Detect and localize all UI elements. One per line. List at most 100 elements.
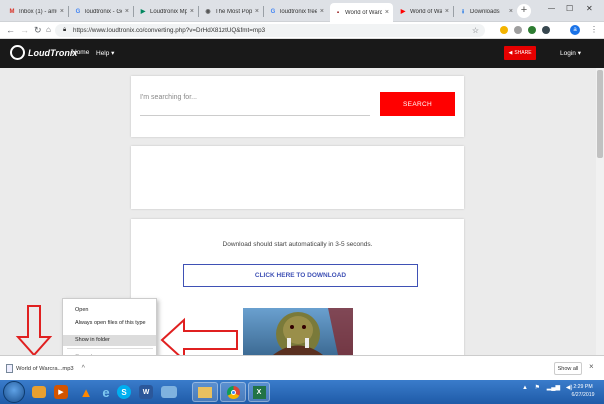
tab-label: The Most Popu bbox=[215, 8, 252, 15]
address-toolbar: ← → ↻ ⌂ 🔒︎ https://www.loudtronix.co/con… bbox=[0, 22, 604, 39]
back-icon[interactable]: ← bbox=[6, 25, 15, 35]
network-icon[interactable]: ▂▄▆ bbox=[547, 385, 560, 391]
tab-separator bbox=[68, 6, 69, 17]
nav-home-link[interactable]: Home bbox=[72, 49, 89, 56]
share-icon: ◀ bbox=[508, 50, 513, 56]
skype-icon[interactable]: S bbox=[117, 385, 131, 399]
system-tray[interactable]: ▲ ⚑ ▂▄▆ ◀) bbox=[522, 384, 572, 391]
url-text: https://www.loudtronix.co/converting.php… bbox=[73, 27, 266, 34]
share-label: SHARE bbox=[514, 50, 532, 56]
download-item[interactable]: World of Warcra...mp3 ^ bbox=[6, 361, 101, 376]
download-filename: World of Warcra...mp3 bbox=[16, 365, 74, 372]
browser-tab[interactable]: Gloudtronix free × bbox=[265, 3, 328, 20]
close-shelf-button[interactable]: × bbox=[589, 362, 594, 371]
site-navbar: LoudTronix Home Help ▾ ◀ SHARE Login ▾ bbox=[0, 39, 604, 68]
click-to-download-button[interactable]: CLICK HERE TO DOWNLOAD bbox=[183, 264, 418, 287]
menu-item-open[interactable]: Open bbox=[63, 305, 156, 316]
chrome-icon[interactable] bbox=[220, 382, 246, 402]
extension-icon[interactable] bbox=[542, 26, 550, 34]
reload-icon[interactable]: ↻ bbox=[34, 25, 42, 35]
logo-text: LoudTronix bbox=[28, 47, 78, 58]
tab-close-icon[interactable]: × bbox=[509, 8, 513, 15]
tray-expand-icon[interactable]: ▲ bbox=[522, 385, 528, 391]
word-icon[interactable]: W bbox=[139, 385, 153, 399]
forward-icon[interactable]: → bbox=[20, 25, 29, 35]
globe-icon: ◉ bbox=[205, 9, 211, 15]
tab-close-icon[interactable]: × bbox=[190, 8, 194, 15]
browser-tab[interactable]: ▶ Loudtronix Mp × bbox=[135, 3, 198, 20]
home-icon[interactable]: ⌂ bbox=[46, 25, 51, 35]
share-button[interactable]: ◀ SHARE bbox=[504, 46, 536, 60]
url-bar[interactable]: 🔒︎ https://www.loudtronix.co/converting.… bbox=[55, 24, 485, 37]
browser-tab[interactable]: Gloudtronix - Go × bbox=[70, 3, 133, 20]
menu-icon[interactable]: ⋮ bbox=[590, 25, 598, 34]
chevron-up-icon[interactable]: ^ bbox=[82, 365, 85, 372]
lock-icon: 🔒︎ bbox=[63, 27, 67, 33]
window-icon[interactable] bbox=[161, 386, 177, 398]
browser-tab[interactable]: ▶ World of Warc× bbox=[395, 3, 453, 20]
download-shelf: World of Warcra...mp3 ^ Show all × bbox=[0, 355, 604, 380]
flag-icon[interactable]: ⚑ bbox=[535, 385, 540, 391]
tab-label: Inbox (1) - amu bbox=[19, 8, 57, 15]
folder-icon[interactable] bbox=[32, 386, 46, 398]
tab-separator bbox=[453, 6, 454, 17]
tab-label: World of Warc bbox=[410, 8, 442, 15]
taskbar-clock[interactable]: 2:29 PM 6/27/2019 bbox=[566, 383, 600, 399]
show-all-button[interactable]: Show all bbox=[554, 362, 582, 375]
excel-logo-icon: X bbox=[252, 385, 266, 399]
play-icon: ▶ bbox=[140, 9, 146, 15]
tab-close-icon[interactable]: × bbox=[60, 8, 64, 15]
menu-item-always-open[interactable]: Always open files of this type bbox=[63, 318, 156, 329]
ie-icon[interactable]: e bbox=[96, 382, 116, 402]
album-art-image bbox=[243, 308, 353, 355]
star-icon[interactable]: ☆ bbox=[472, 24, 479, 37]
login-menu[interactable]: Login ▾ bbox=[560, 49, 581, 57]
clock-time: 2:29 PM bbox=[573, 384, 593, 390]
chrome-logo-icon bbox=[226, 385, 240, 399]
browser-tab[interactable]: ▪ World of Warcr × bbox=[330, 3, 393, 22]
browser-tab[interactable]: ◉ The Most Popu × bbox=[200, 3, 263, 20]
youtube-icon: ▶ bbox=[400, 9, 406, 15]
tab-close-icon[interactable]: × bbox=[385, 9, 389, 16]
excel-icon[interactable]: X bbox=[248, 382, 270, 402]
extension-icon[interactable] bbox=[500, 26, 508, 34]
search-input[interactable]: I'm searching for... bbox=[140, 94, 370, 116]
tab-separator bbox=[198, 6, 199, 17]
download-icon: ⭳ bbox=[461, 8, 465, 15]
vlc-icon[interactable]: ▲ bbox=[76, 382, 96, 402]
profile-avatar[interactable]: a bbox=[570, 25, 580, 35]
tab-close-icon[interactable]: × bbox=[125, 8, 129, 15]
windows-taskbar: ▶ ▲ e S W X ▲ ⚑ ▂▄▆ ◀) 2:29 PM 6/27/2019 bbox=[0, 380, 604, 404]
close-window-button[interactable]: ✕ bbox=[586, 4, 593, 13]
tab-close-icon[interactable]: × bbox=[255, 8, 259, 15]
minimize-button[interactable]: — bbox=[548, 5, 555, 12]
gmail-icon: M bbox=[9, 8, 15, 15]
browser-tab[interactable]: M Inbox (1) - amu × bbox=[4, 3, 68, 20]
audio-file-icon bbox=[6, 364, 13, 373]
explorer-icon[interactable] bbox=[192, 382, 218, 402]
site-logo[interactable]: LoudTronix bbox=[10, 45, 77, 60]
clock-date: 6/27/2019 bbox=[571, 392, 595, 398]
tab-label: Loudtronix Mp bbox=[150, 8, 187, 15]
tab-close-icon[interactable]: × bbox=[445, 8, 449, 15]
search-button[interactable]: SEARCH bbox=[380, 92, 455, 116]
media-player-icon[interactable]: ▶ bbox=[54, 385, 68, 399]
scrollbar-thumb[interactable] bbox=[597, 70, 603, 158]
extension-icon[interactable] bbox=[528, 26, 536, 34]
tab-close-icon[interactable]: × bbox=[320, 8, 324, 15]
tab-label: World of Warcr bbox=[345, 9, 382, 16]
ad-card bbox=[131, 146, 464, 209]
logo-ring-icon bbox=[10, 45, 25, 60]
menu-item-show-in-folder[interactable]: Show in folder bbox=[63, 335, 156, 346]
new-tab-button[interactable]: + bbox=[517, 4, 531, 18]
google-icon: G bbox=[270, 8, 276, 15]
tab-label: loudtronix free bbox=[280, 8, 317, 15]
extension-icon[interactable] bbox=[514, 26, 522, 34]
menu-divider bbox=[67, 348, 153, 349]
nav-help-link[interactable]: Help ▾ bbox=[96, 49, 114, 57]
maximize-button[interactable]: ☐ bbox=[566, 4, 573, 13]
browser-tab-strip: M Inbox (1) - amu × Gloudtronix - Go × ▶ Loudt… bbox=[0, 0, 604, 22]
start-button[interactable] bbox=[3, 381, 25, 403]
browser-tab[interactable]: ⭳ Downloads × bbox=[455, 3, 517, 20]
tab-separator bbox=[263, 6, 264, 17]
